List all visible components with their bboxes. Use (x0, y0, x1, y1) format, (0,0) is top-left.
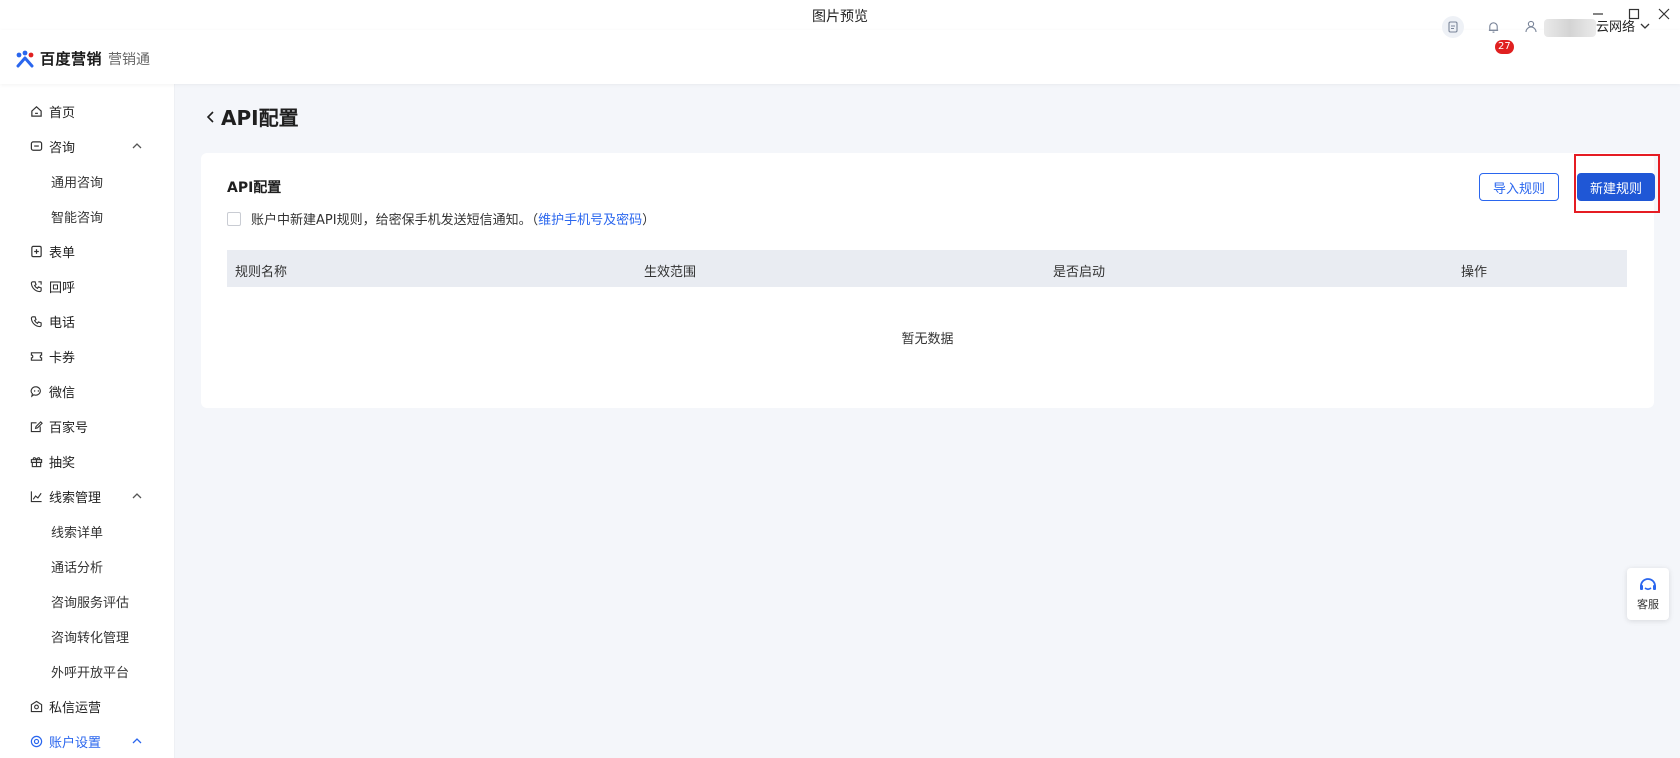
notification-button[interactable] (1482, 16, 1504, 38)
sidebar-item-lead-management[interactable]: 线索管理 (30, 485, 101, 507)
sidebar-item-general-consult[interactable]: 通用咨询 (51, 170, 103, 192)
sidebar-item-label: 首页 (49, 105, 76, 121)
sidebar-item-home[interactable]: 首页 (30, 100, 75, 122)
sidebar-item-baijiahao[interactable]: 百家号 (30, 415, 88, 437)
document-button[interactable] (1442, 16, 1464, 38)
sidebar-item-call-analysis[interactable]: 通话分析 (51, 555, 103, 577)
phone-icon (30, 315, 42, 327)
sidebar-item-smart-consult[interactable]: 智能咨询 (51, 205, 103, 227)
user-menu[interactable]: 云网络 (1524, 16, 1651, 37)
main-content: API配置 API配置 账户中新建API规则，给密保手机发送短信通知。（ 维护手… (175, 84, 1680, 758)
home-icon (31, 105, 42, 117)
sidebar-item-label: 表单 (49, 245, 76, 261)
customer-service-widget[interactable]: 客服 (1627, 568, 1669, 620)
chevron-up-icon[interactable] (130, 139, 144, 153)
sms-notice-row: 账户中新建API规则，给密保手机发送短信通知。（ 维护手机号及密码 ） (227, 209, 655, 228)
headset-icon (1640, 578, 1656, 591)
sidebar-item-label: 私信运营 (49, 700, 102, 716)
sidebar-item-account-settings[interactable]: 账户设置 (30, 730, 101, 752)
import-rules-button[interactable]: 导入规则 (1479, 173, 1559, 201)
sidebar-item-label: 抽奖 (49, 455, 76, 471)
card-title: API配置 (227, 180, 282, 196)
sidebar-item-wechat[interactable]: 微信 (30, 380, 75, 402)
edit-icon (30, 420, 43, 432)
sidebar-item-label: 微信 (49, 385, 76, 401)
sidebar-item-callback[interactable]: 回呼 (30, 275, 75, 297)
sidebar-item-label: 百家号 (49, 420, 89, 436)
close-icon (1658, 8, 1670, 20)
notification-badge: 27 (1495, 40, 1514, 54)
sidebar-item-consult[interactable]: 咨询 (30, 135, 75, 157)
maintain-phone-link[interactable]: 维护手机号及密码 (538, 209, 642, 228)
logo[interactable]: 百度营销 营销通 (14, 48, 150, 69)
bell-icon (1488, 21, 1498, 33)
wechat-icon (30, 385, 41, 398)
sidebar-item-lottery[interactable]: 抽奖 (30, 450, 75, 472)
column-rule-name: 规则名称 (235, 265, 288, 280)
redacted-name (1544, 18, 1596, 37)
sidebar-item-form[interactable]: 表单 (30, 240, 75, 262)
sidebar-item-label: 回呼 (49, 280, 76, 296)
sidebar-item-lead-details[interactable]: 线索详单 (51, 520, 103, 542)
table-header: 规则名称 生效范围 是否启动 操作 (227, 250, 1627, 287)
sidebar-item-outbound-platform[interactable]: 外呼开放平台 (51, 660, 129, 682)
column-enabled: 是否启动 (1053, 265, 1106, 280)
sidebar-item-label: 卡券 (49, 350, 76, 366)
sidebar-item-service-evaluation[interactable]: 咨询服务评估 (51, 590, 129, 612)
column-actions: 操作 (1461, 265, 1488, 280)
page-header[interactable]: API配置 (205, 102, 299, 131)
callback-icon (30, 280, 42, 292)
window-titlebar: 图片预览 (0, 0, 1680, 30)
empty-state: 暂无数据 (901, 332, 954, 347)
product-name: 营销通 (108, 51, 151, 68)
chevron-down-icon (1640, 23, 1650, 30)
window-title: 图片预览 (812, 9, 868, 25)
baidu-paw-icon (16, 50, 34, 67)
api-config-card: API配置 账户中新建API规则，给密保手机发送短信通知。（ 维护手机号及密码 … (201, 153, 1660, 408)
chevron-left-icon (206, 110, 214, 123)
sidebar: 首页 咨询 通用咨询 智能咨询 表单 回呼 电话 卡券 微信 百家号 抽奖 线索… (0, 84, 175, 758)
sidebar-item-label: 线索管理 (49, 490, 102, 506)
message-icon (30, 700, 43, 712)
settings-icon (30, 735, 43, 747)
user-name: 云网络 (1544, 16, 1635, 37)
sidebar-item-label: 账户设置 (49, 735, 102, 751)
gift-icon (30, 456, 43, 467)
sidebar-item-conversion-management[interactable]: 咨询转化管理 (51, 625, 129, 647)
sidebar-item-phone[interactable]: 电话 (30, 310, 75, 332)
form-icon (31, 245, 42, 257)
brand-name: 百度营销 (40, 50, 103, 68)
chat-icon (30, 140, 43, 151)
sidebar-item-private-message[interactable]: 私信运营 (30, 695, 101, 717)
sidebar-item-coupon[interactable]: 卡券 (30, 345, 75, 367)
coupon-icon (30, 351, 43, 361)
app-header: 百度营销 营销通 (0, 30, 1680, 84)
customer-service-label: 客服 (1637, 598, 1659, 611)
sidebar-item-label: 咨询 (49, 140, 76, 156)
chevron-up-icon[interactable] (130, 489, 144, 503)
document-icon (1448, 21, 1458, 33)
page-title: API配置 (221, 106, 299, 130)
sms-notice-text: 账户中新建API规则，给密保手机发送短信通知。（ (251, 213, 539, 228)
column-scope: 生效范围 (644, 265, 697, 280)
new-rule-button[interactable]: 新建规则 (1577, 173, 1655, 201)
sms-notice-end: ） (642, 213, 656, 228)
sidebar-item-label: 电话 (49, 315, 76, 331)
sms-notice-checkbox[interactable] (227, 211, 241, 226)
user-icon (1525, 21, 1537, 33)
chevron-up-icon[interactable] (130, 734, 144, 748)
chart-icon (30, 490, 42, 502)
